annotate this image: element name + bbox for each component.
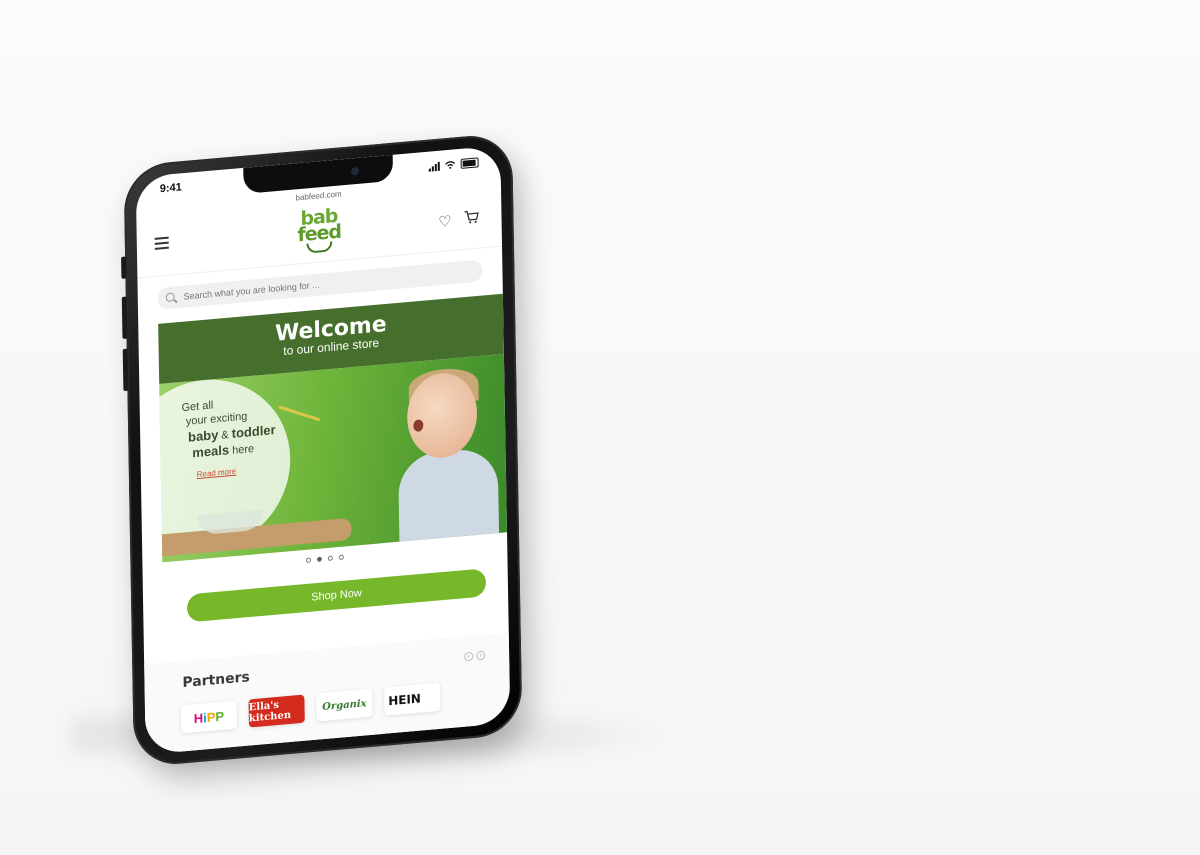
hamburger-menu-icon[interactable] (154, 236, 169, 253)
search-icon (166, 292, 176, 303)
battery-icon (460, 157, 479, 169)
volume-down-button (122, 348, 129, 392)
shop-now-button[interactable]: Shop Now (186, 568, 487, 623)
front-camera (350, 166, 360, 176)
phone-screen: 9:41 babfeed.com bab feed ♡ Welcome (135, 145, 511, 755)
signal-icon (428, 161, 440, 172)
partner-ellas-logo[interactable]: Ella's kitchen (248, 694, 305, 728)
mute-switch (121, 256, 127, 279)
heart-icon[interactable]: ♡ (438, 212, 452, 231)
hero-amp: & (218, 428, 232, 443)
hero-text: Get all your exciting baby & toddler mea… (181, 394, 276, 480)
logo-line2: feed (297, 220, 342, 247)
hero-slide[interactable]: Get all your exciting baby & toddler mea… (159, 353, 508, 563)
carousel-dot[interactable] (305, 557, 311, 563)
hero-meals: meals (192, 442, 230, 461)
carousel-dot-active[interactable] (316, 556, 322, 562)
spoon-image (278, 405, 321, 422)
partner-hipp-logo[interactable]: HiPP (180, 700, 238, 734)
status-time: 9:41 (159, 181, 182, 196)
babfeed-logo[interactable]: bab feed (289, 205, 350, 256)
volume-up-button (121, 296, 128, 340)
wifi-icon (445, 161, 456, 169)
phone-mockup: 9:41 babfeed.com bab feed ♡ Welcome (121, 132, 523, 768)
partner-heinz-logo[interactable]: HEIN (384, 682, 441, 716)
partner-organix-logo[interactable]: Organix (316, 688, 373, 722)
cart-icon[interactable] (463, 209, 479, 224)
hero-here: here (229, 442, 255, 458)
carousel-dot[interactable] (327, 555, 333, 561)
status-icons (428, 157, 479, 172)
hero-baby: baby (187, 427, 219, 445)
baby-bib-image (397, 446, 500, 546)
search-input[interactable] (181, 272, 385, 303)
carousel-dot[interactable] (338, 554, 344, 561)
